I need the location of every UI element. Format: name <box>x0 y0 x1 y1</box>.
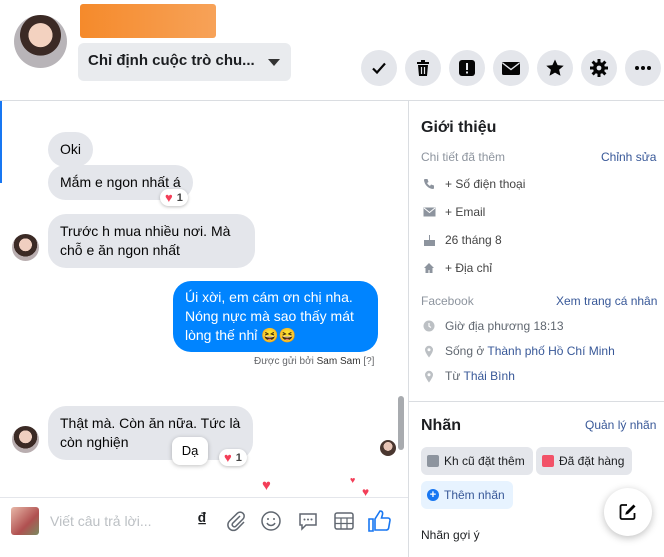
currency-icon[interactable]: ₫ <box>190 509 214 533</box>
contact-avatar[interactable] <box>14 15 67 68</box>
lives-in-prefix: Sống ở <box>445 344 485 358</box>
reaction-count: 1 <box>176 191 183 204</box>
add-address-row[interactable]: + Địa chỉ <box>421 261 492 275</box>
check-icon <box>372 62 386 75</box>
add-email-label: + Email <box>445 205 486 219</box>
more-icon <box>635 66 651 70</box>
heart-icon: ♥ <box>165 190 173 205</box>
lives-in-row: Sống ở Thành phố Hồ Chí Minh <box>421 344 615 358</box>
suggested-labels-heading: Nhãn gợi ý <box>421 528 480 542</box>
details-label: Chi tiết đã thêm <box>421 150 506 164</box>
panel-divider <box>408 101 409 557</box>
birthday-value: 26 tháng 8 <box>445 233 502 247</box>
sent-by-prefix: Được gửi bởi <box>254 356 314 367</box>
lives-in-city-link[interactable]: Thành phố Hồ Chí Minh <box>487 344 614 358</box>
about-title: Giới thiệu <box>421 119 497 136</box>
hometown-prefix: Từ <box>445 369 461 383</box>
sent-by-help[interactable]: [?] <box>363 356 374 367</box>
add-label-button[interactable]: + Thêm nhãn <box>421 481 513 509</box>
star-icon <box>546 59 564 76</box>
reaction-badge[interactable]: ♥ 1 <box>219 449 247 466</box>
label-tag-text: Đã đặt hàng <box>559 454 625 468</box>
email-icon <box>421 205 437 219</box>
facebook-label: Facebook <box>421 294 474 308</box>
manage-labels-link[interactable]: Quản lý nhãn <box>585 418 656 432</box>
new-message-button[interactable] <box>604 488 652 536</box>
birthday-row: 26 tháng 8 <box>421 233 502 247</box>
header-divider <box>0 100 664 101</box>
clock-icon <box>421 319 437 333</box>
alert-icon <box>459 60 475 76</box>
mark-unread-button[interactable] <box>493 50 529 86</box>
attachment-icon[interactable] <box>224 509 248 533</box>
contact-avatar-small <box>12 234 39 261</box>
label-tag-text: Kh cũ đặt thêm <box>444 454 525 468</box>
message-bubble[interactable]: Oki <box>48 132 93 167</box>
appointment-icon[interactable] <box>332 509 356 533</box>
active-indicator <box>0 101 2 183</box>
add-email-row[interactable]: + Email <box>421 205 485 219</box>
trash-icon <box>417 60 429 76</box>
spam-button[interactable] <box>449 50 485 86</box>
composer-divider <box>0 497 408 498</box>
local-time-value: Giờ địa phương 18:13 <box>445 319 564 333</box>
emoji-icon[interactable] <box>259 509 283 533</box>
location-pin-icon <box>421 369 437 383</box>
birthday-cake-icon <box>421 233 437 247</box>
caret-down-icon <box>268 59 280 66</box>
compose-icon <box>619 504 636 520</box>
label-tag[interactable]: Đã đặt hàng <box>536 447 633 475</box>
edit-details-link[interactable]: Chỉnh sửa <box>601 150 656 164</box>
add-phone-row[interactable]: + Số điện thoại <box>421 177 525 191</box>
label-tag[interactable]: Kh cũ đặt thêm <box>421 447 533 475</box>
label-color-swatch <box>427 455 439 467</box>
message-bubble-sent[interactable]: Úi xời, em cám ơn chị nha. Nóng nực mà s… <box>173 281 378 352</box>
delete-button[interactable] <box>405 50 441 86</box>
chat-scrollbar[interactable] <box>398 396 404 450</box>
assign-conversation-label: Chỉ định cuộc trò chu... <box>88 52 255 69</box>
read-receipt-avatar <box>380 440 396 456</box>
reaction-count: 1 <box>235 451 242 464</box>
sent-by-name: Sam Sam <box>316 356 361 367</box>
settings-button[interactable] <box>581 50 617 86</box>
view-profile-link[interactable]: Xem trang cá nhân <box>556 294 657 308</box>
redacted-contact-name <box>80 4 216 38</box>
assign-conversation-dropdown[interactable]: Chỉ định cuộc trò chu... <box>78 43 291 81</box>
add-label-text: Thêm nhãn <box>444 488 505 502</box>
phone-icon <box>421 177 437 191</box>
floating-heart-icon: ♥ <box>262 477 271 494</box>
star-button[interactable] <box>537 50 573 86</box>
add-phone-label: + Số điện thoại <box>445 177 526 191</box>
section-divider <box>409 401 664 402</box>
plus-circle-icon: + <box>427 489 439 501</box>
add-address-label: + Địa chỉ <box>445 261 493 275</box>
hometown-row: Từ Thái Bình <box>421 369 515 383</box>
reply-input[interactable]: Viết câu trả lời... <box>50 513 152 529</box>
page-avatar <box>11 507 39 535</box>
sent-by-label: Được gửi bởi Sam Sam [?] <box>254 356 374 367</box>
envelope-icon <box>502 62 520 75</box>
conversation-header: Chỉ định cuộc trò chu... <box>0 0 664 100</box>
reaction-badge[interactable]: ♥ 1 <box>160 189 188 206</box>
heart-icon: ♥ <box>224 450 232 465</box>
message-bubble[interactable]: Trước h mua nhiều nơi. Mà chỗ e ăn ngon … <box>48 214 255 268</box>
saved-replies-icon[interactable] <box>296 509 320 533</box>
like-icon[interactable] <box>367 509 391 533</box>
home-icon <box>421 261 437 275</box>
floating-heart-icon: ♥ <box>350 475 356 485</box>
hometown-city-link[interactable]: Thái Bình <box>464 369 515 383</box>
contact-avatar-small <box>12 426 39 453</box>
gear-icon <box>590 59 608 77</box>
location-pin-icon <box>421 344 437 358</box>
mark-done-button[interactable] <box>361 50 397 86</box>
local-time-row: Giờ địa phương 18:13 <box>421 319 564 333</box>
label-color-swatch <box>542 455 554 467</box>
quick-reply-tooltip[interactable]: Dạ <box>172 437 208 465</box>
labels-title: Nhãn <box>421 417 461 434</box>
more-button[interactable] <box>625 50 661 86</box>
